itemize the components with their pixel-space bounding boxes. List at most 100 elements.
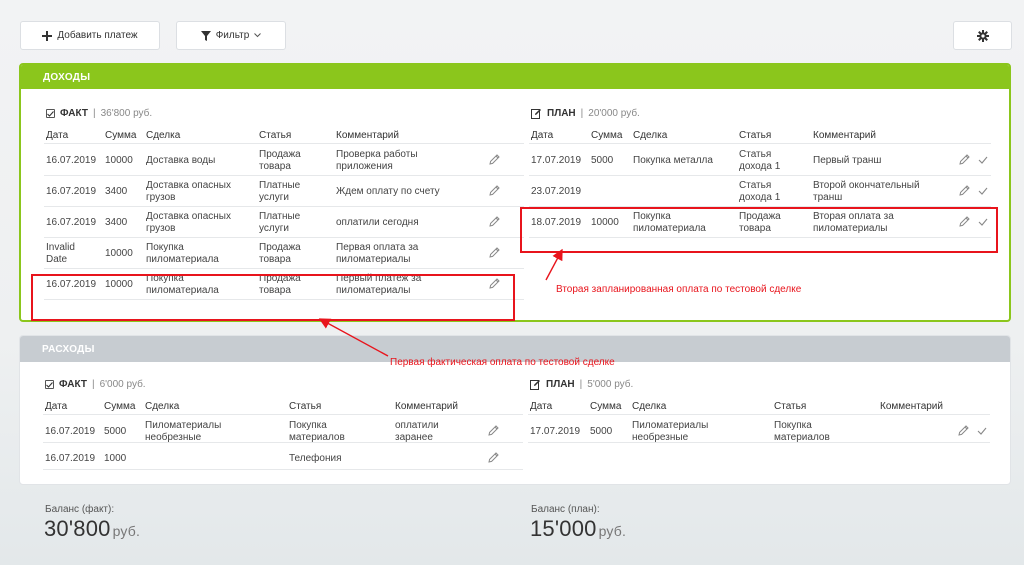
confirm-check-icon[interactable] xyxy=(977,427,987,438)
separator: | xyxy=(92,108,96,119)
cell-comment: оплатили заранее xyxy=(395,420,439,443)
column-header: Статья xyxy=(739,130,772,141)
table-row[interactable]: 16.07.2019 10000 Доставка воды Продажа това… xyxy=(44,145,524,176)
filter-button[interactable]: Фильтр xyxy=(176,21,286,50)
cell-item: Статья дохода 1 xyxy=(739,149,781,172)
column-header: Дата xyxy=(45,401,68,412)
table-row[interactable]: 17.07.2019 5000 Пиломатериалы необрезные По… xyxy=(528,416,990,443)
cell-date: 16.07.2019 xyxy=(45,453,96,464)
header-divider xyxy=(43,414,523,415)
balance-fact: 30'800 руб. xyxy=(44,516,140,542)
cell-deal: Покупка пиломатериала xyxy=(146,242,219,265)
column-header: Дата xyxy=(530,401,553,412)
table-row[interactable]: Invalid Date 10000 Покупка пиломатериала Пр… xyxy=(44,238,524,269)
cell-comment: Первая оплата за пиломатериалы xyxy=(336,242,419,265)
table-row[interactable]: 17.07.2019 5000 Покупка металла Статья дохо… xyxy=(529,145,991,176)
cell-amount: 10000 xyxy=(105,155,133,166)
table-row[interactable]: 16.07.2019 5000 Пиломатериалы необрезные По… xyxy=(43,416,523,443)
cell-date: 16.07.2019 xyxy=(46,186,97,197)
cell-item: Покупка материалов xyxy=(774,420,830,443)
edit-box-icon xyxy=(530,380,540,390)
cell-date: 17.07.2019 xyxy=(531,155,582,166)
row-divider xyxy=(528,442,990,443)
column-header: Сделка xyxy=(145,401,180,412)
expense-fact-title: ФАКТ | 6'000 руб. xyxy=(45,379,146,390)
cell-deal: Доставка опасных грузов xyxy=(146,211,231,234)
cell-date: 16.07.2019 xyxy=(45,426,96,437)
confirm-check-icon[interactable] xyxy=(978,187,988,198)
balance-plan-value: 15'000 xyxy=(530,516,597,541)
plus-icon xyxy=(42,30,53,41)
add-payment-button[interactable]: Добавить платеж xyxy=(20,21,160,50)
column-header: Сделка xyxy=(633,130,668,141)
cell-item: Продажа товара xyxy=(259,149,301,172)
table-row[interactable]: 23.07.2019 Статья дохода 1 Второй окончате… xyxy=(529,176,991,207)
cell-amount: 5000 xyxy=(590,426,613,437)
balance-plan-label: Баланс (план): xyxy=(531,504,600,515)
table-row[interactable]: 16.07.2019 3400 Доставка опасных грузов Пла… xyxy=(44,176,524,207)
cell-date: 17.07.2019 xyxy=(530,426,581,437)
income-fact-title: ФАКТ | 36'800 руб. xyxy=(46,108,152,119)
cell-item: Покупка материалов xyxy=(289,420,345,443)
table-row[interactable]: 16.07.2019 1000 Телефония xyxy=(43,443,523,470)
balance-fact-label: Баланс (факт): xyxy=(45,504,115,515)
cell-deal: Пиломатериалы необрезные xyxy=(632,420,709,443)
cell-deal: Доставка опасных грузов xyxy=(146,180,231,203)
settings-button[interactable] xyxy=(953,21,1012,50)
edit-pencil-icon[interactable] xyxy=(959,154,970,168)
cell-comment: оплатили сегодня xyxy=(336,217,419,228)
balance-plan-currency: руб. xyxy=(598,523,627,539)
confirm-check-icon[interactable] xyxy=(978,156,988,167)
column-header: Комментарий xyxy=(813,130,876,141)
cell-comment: Проверка работы приложения xyxy=(336,149,418,172)
separator: | xyxy=(91,379,95,390)
header-divider xyxy=(44,143,524,144)
cell-amount: 1000 xyxy=(104,453,127,464)
column-header: Сумма xyxy=(590,401,622,412)
edit-pencil-icon[interactable] xyxy=(489,247,500,261)
edit-pencil-icon[interactable] xyxy=(959,185,970,199)
cell-comment: Второй окончательный транш xyxy=(813,180,920,203)
edit-box-icon xyxy=(531,109,541,119)
income-fact-label: ФАКТ xyxy=(60,108,88,119)
income-panel-title: ДОХОДЫ xyxy=(21,65,1009,89)
expense-plan-sum: 5'000 руб. xyxy=(587,379,634,390)
cell-comment: Ждем оплату по счету xyxy=(336,186,440,197)
separator: | xyxy=(579,379,583,390)
balance-plan: 15'000 руб. xyxy=(530,516,626,542)
balance-fact-value: 30'800 xyxy=(44,516,111,541)
column-header: Сумма xyxy=(105,130,137,141)
row-divider xyxy=(43,469,523,470)
filter-icon xyxy=(200,30,211,41)
cell-amount: 5000 xyxy=(591,155,614,166)
cell-item: Платные услуги xyxy=(259,180,301,203)
chevron-down-icon xyxy=(254,33,262,38)
gear-icon xyxy=(976,29,989,42)
edit-pencil-icon[interactable] xyxy=(489,185,500,199)
income-fact-sum: 36'800 руб. xyxy=(100,108,153,119)
cell-amount: 10000 xyxy=(105,248,133,259)
cell-deal: Доставка воды xyxy=(146,155,216,166)
checkbox-icon xyxy=(46,109,55,118)
column-header: Дата xyxy=(531,130,554,141)
table-row[interactable]: 16.07.2019 3400 Доставка опасных грузов Пла… xyxy=(44,207,524,238)
edit-pencil-icon[interactable] xyxy=(489,154,500,168)
edit-pencil-icon[interactable] xyxy=(488,425,499,439)
cell-item: Продажа товара xyxy=(259,242,301,265)
edit-pencil-icon[interactable] xyxy=(489,216,500,230)
edit-pencil-icon[interactable] xyxy=(488,452,499,466)
expense-fact-sum: 6'000 руб. xyxy=(99,379,146,390)
balance-fact-currency: руб. xyxy=(112,523,141,539)
expense-plan-label: ПЛАН xyxy=(546,379,575,390)
expense-fact-label: ФАКТ xyxy=(59,379,87,390)
income-plan-sum: 20'000 руб. xyxy=(588,108,640,119)
edit-pencil-icon[interactable] xyxy=(958,425,969,439)
fact-highlight-box xyxy=(31,274,515,321)
cell-amount: 5000 xyxy=(104,426,127,437)
column-header: Сумма xyxy=(104,401,136,412)
header-divider xyxy=(529,143,991,144)
column-header: Статья xyxy=(259,130,292,141)
checkbox-icon xyxy=(45,380,54,389)
cell-amount: 3400 xyxy=(105,217,128,228)
cell-date: 23.07.2019 xyxy=(531,186,582,197)
